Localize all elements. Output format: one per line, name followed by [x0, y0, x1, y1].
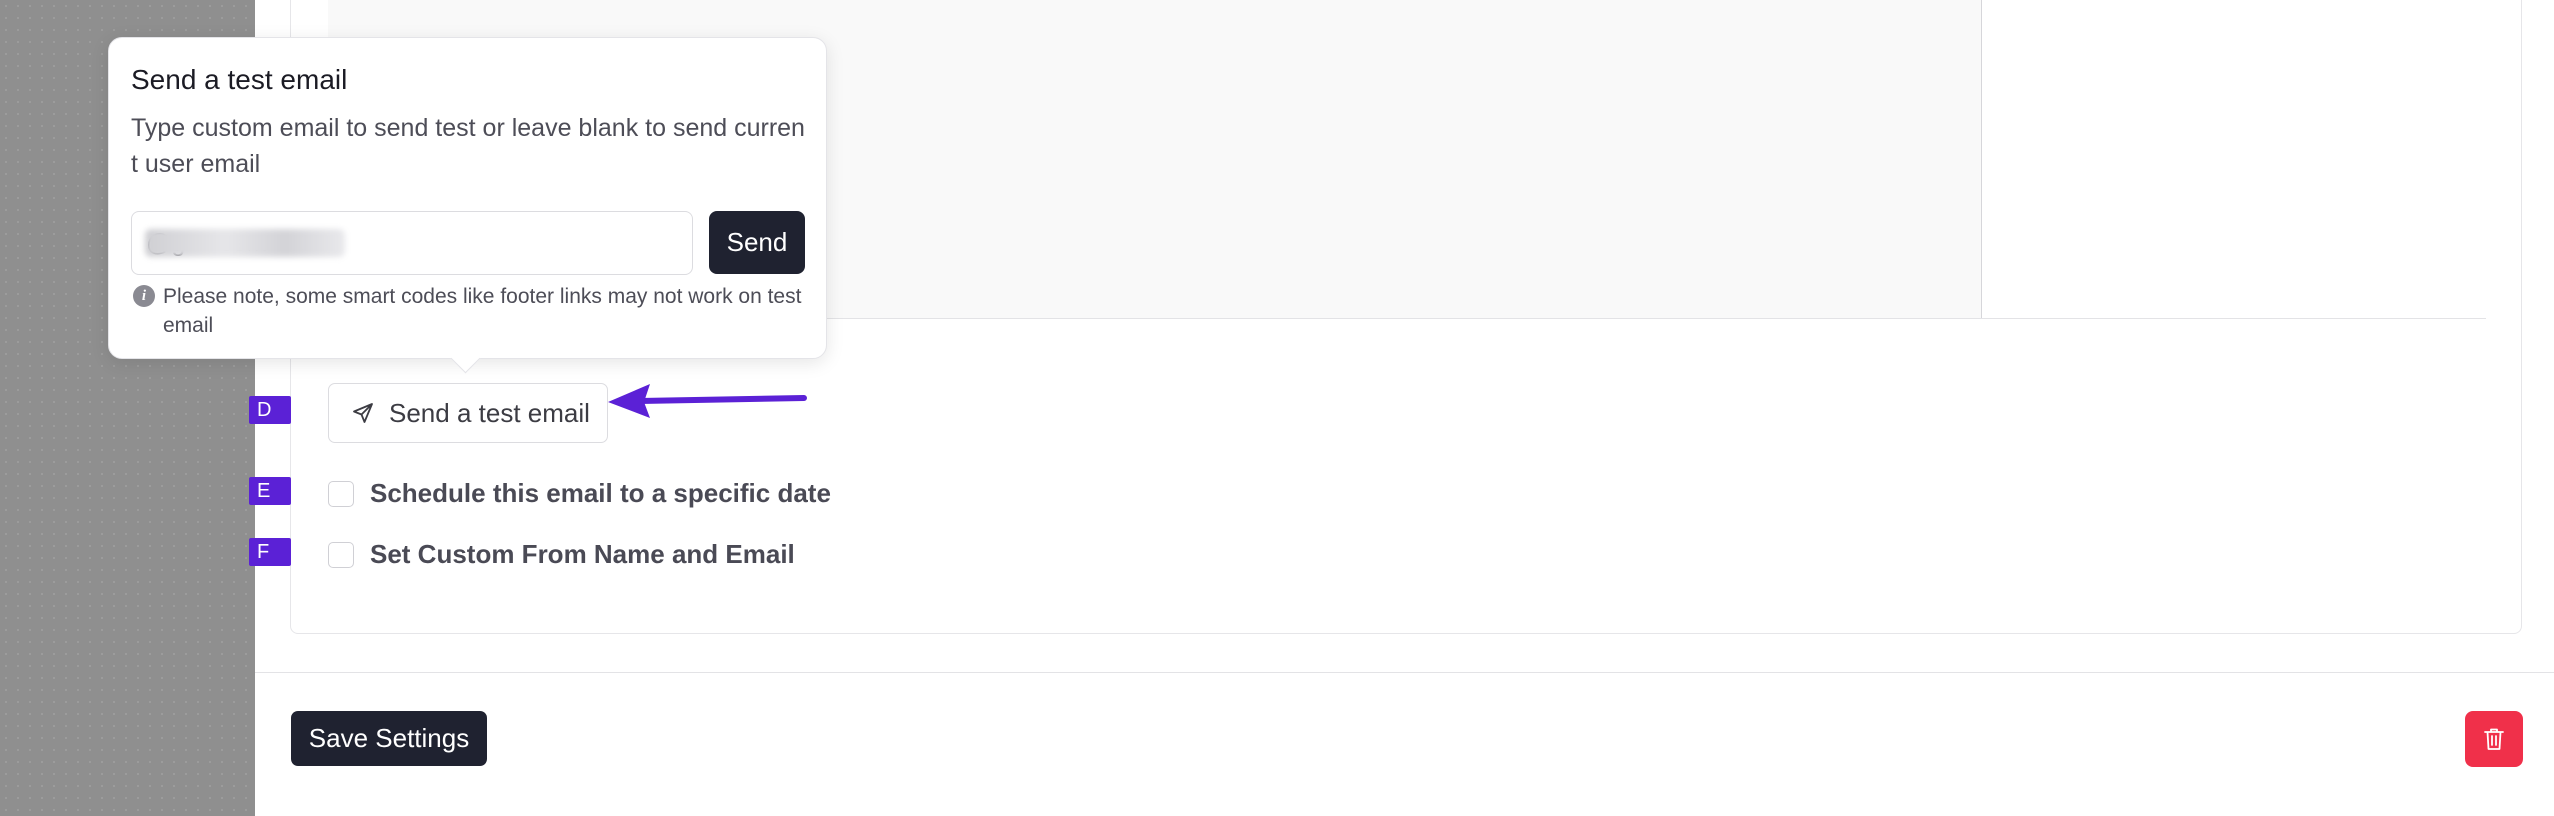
send-button[interactable]: Send [709, 211, 805, 274]
footer-divider [255, 672, 2554, 673]
send-test-email-label: Send a test email [389, 397, 590, 428]
step-badge-d: D [249, 396, 291, 424]
schedule-option[interactable]: Schedule this email to a specific date [328, 478, 831, 509]
custom-from-label[interactable]: Set Custom From Name and Email [370, 539, 795, 570]
paper-plane-icon [353, 403, 373, 423]
save-settings-button[interactable]: Save Settings [291, 711, 487, 766]
step-badge-e: E [249, 477, 291, 505]
step-badge-f: F [249, 538, 291, 566]
test-email-input[interactable] [131, 211, 693, 275]
annotation-arrow [608, 384, 807, 418]
send-test-email-button[interactable]: Send a test email [328, 383, 608, 443]
schedule-checkbox[interactable] [328, 480, 354, 507]
schedule-label[interactable]: Schedule this email to a specific date [370, 478, 831, 509]
info-icon: i [133, 285, 155, 307]
popover-description: Type custom email to send test or leave … [131, 114, 805, 178]
test-email-popover: Send a test email Type custom email to s… [108, 37, 827, 374]
delete-button[interactable] [2465, 711, 2523, 767]
editor-sidebar [1982, 0, 2482, 318]
popover-title: Send a test email [131, 64, 348, 95]
popover-note: Please note, some smart codes like foote… [163, 285, 802, 337]
custom-from-option[interactable]: Set Custom From Name and Email [328, 539, 795, 570]
custom-from-checkbox[interactable] [328, 541, 354, 568]
trash-icon [2484, 728, 2504, 750]
